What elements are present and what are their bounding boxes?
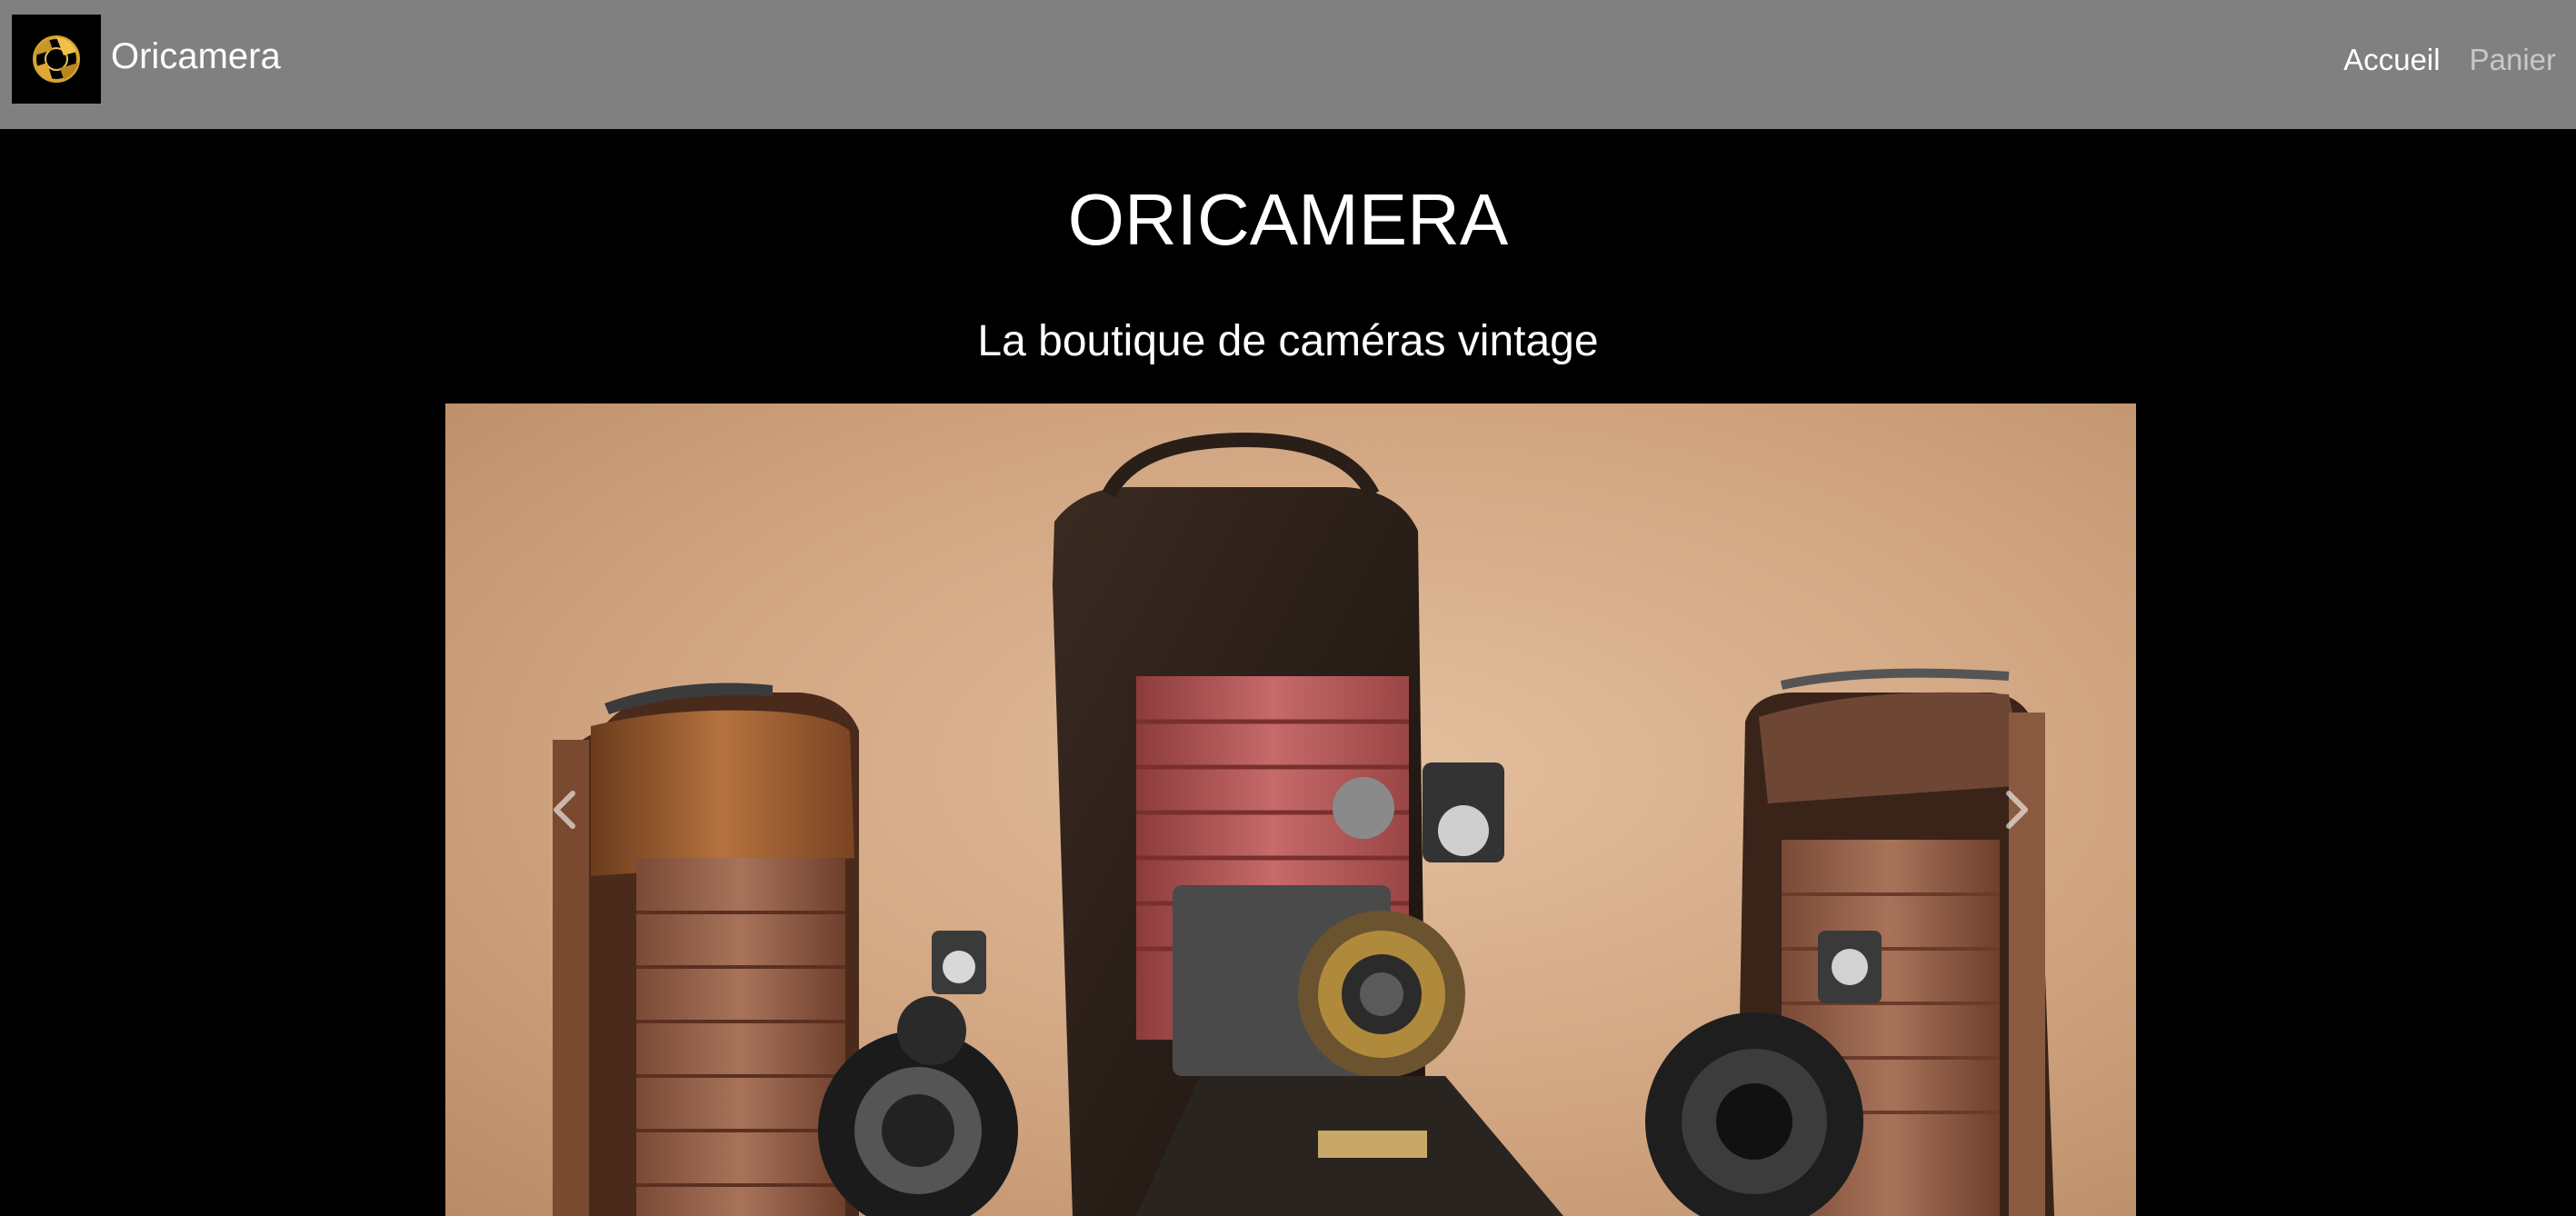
chevron-left-icon	[554, 791, 575, 829]
vintage-cameras-photo	[445, 404, 2136, 1216]
nav-link-panier[interactable]: Panier	[2470, 36, 2556, 84]
brand-name[interactable]: Oricamera	[111, 33, 281, 80]
carousel	[445, 404, 2136, 1216]
nav-links: Accueil Panier	[2343, 36, 2556, 84]
camera-aperture-icon	[33, 35, 80, 83]
carousel-next-button[interactable]	[1909, 404, 2127, 1216]
page-title: ORICAMERA	[1067, 179, 1509, 260]
navbar: Oricamera Accueil Panier	[0, 0, 2576, 129]
brand-logo[interactable]	[12, 15, 101, 104]
chevron-right-icon	[2006, 791, 2028, 829]
nav-link-accueil[interactable]: Accueil	[2343, 36, 2440, 84]
carousel-prev-button[interactable]	[454, 404, 673, 1216]
page-subtitle: La boutique de caméras vintage	[977, 317, 1599, 365]
